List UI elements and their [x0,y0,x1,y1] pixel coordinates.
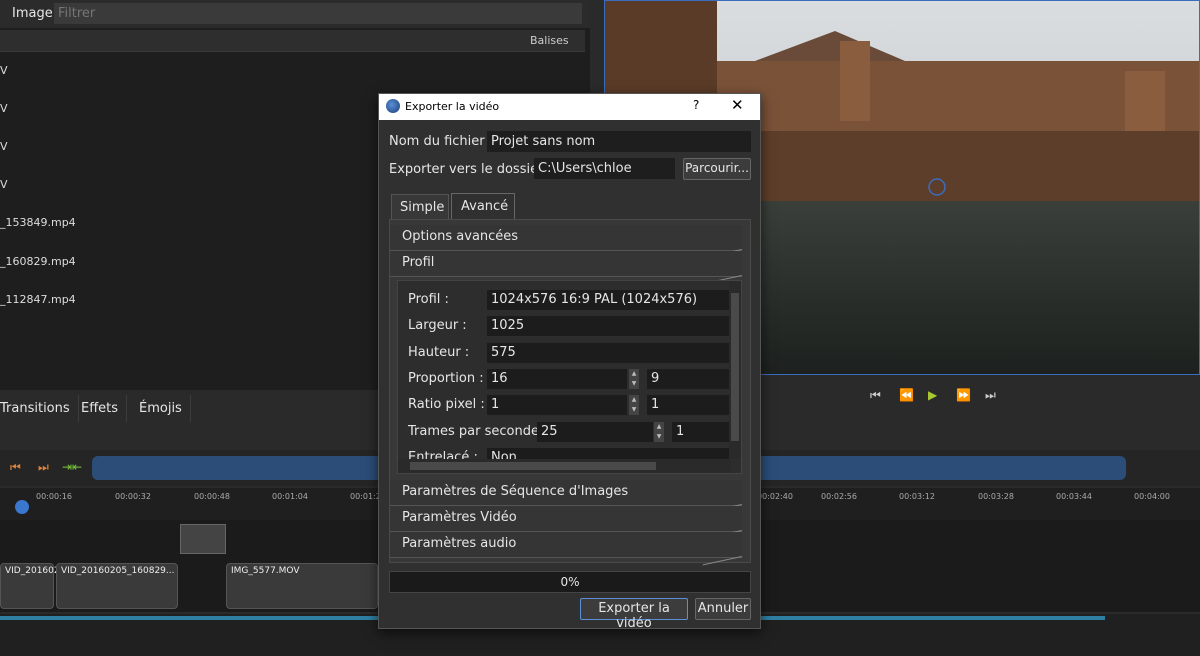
fps-spinner-icon[interactable]: ▲ ▼ [654,422,664,442]
tab-emojis[interactable]: Émojis [131,395,191,422]
center-playhead-icon[interactable]: ⇥⇤ [62,460,82,474]
files-list-header: Balises [0,30,585,52]
section-advanced-options[interactable]: Options avancées [390,225,742,251]
playback-controls: ⏮ ⏪ ▶ ⏩ ⏭ [860,388,1010,408]
cancel-button[interactable]: Annuler [695,598,751,620]
file-item[interactable]: V [0,64,8,77]
time-tick: 00:03:44 [1056,492,1092,501]
tab-simple[interactable]: Simple [391,194,449,219]
dialog-titlebar: Exporter la vidéo ? ✕ [379,94,760,120]
profile-horizontal-scrollbar[interactable] [398,459,731,473]
filter-input[interactable] [54,3,582,24]
scroll-thumb[interactable] [410,462,656,470]
profile-select[interactable]: 1024x576 16:9 PAL (1024x576) [487,290,731,310]
file-item[interactable]: V [0,102,8,115]
filename-label: Nom du fichier : [389,134,494,149]
time-tick: 00:00:48 [194,492,230,501]
time-tick: 00:03:28 [978,492,1014,501]
time-tick: 00:00:16 [36,492,72,501]
playhead-marker[interactable] [15,500,29,514]
section-audio[interactable]: Paramètres audio [390,532,742,558]
file-item[interactable]: _160829.mp4 [0,255,76,268]
aspect-numerator-input[interactable]: 16 [487,369,627,389]
section-image-sequence[interactable]: Paramètres de Séquence d'Images [390,480,742,506]
time-tick: 00:04:00 [1134,492,1170,501]
file-item[interactable]: _112847.mp4 [0,293,76,306]
aspect-ratio-label: Proportion : [408,371,484,386]
aspect-numerator-spinner-icon[interactable]: ▲ ▼ [629,369,639,389]
time-tick: 00:02:56 [821,492,857,501]
export-progress-bar: 0% [389,571,751,593]
fps-label: Trames par seconde : [408,424,548,439]
filter-bar: Image [0,0,590,28]
video-clip[interactable]: VID_201602... [0,563,68,609]
pixel-ratio-label: Ratio pixel : [408,397,485,412]
file-item[interactable]: V [0,178,8,191]
width-label: Largeur : [408,318,467,333]
export-button[interactable]: Exporter la vidéo [580,598,688,631]
file-item[interactable]: V [0,140,8,153]
image-clip[interactable] [180,524,226,554]
play-icon[interactable]: ▶ [928,388,937,402]
height-label: Hauteur : [408,345,470,360]
fast-forward-icon[interactable]: ⏩ [956,388,971,402]
time-tick: 00:03:12 [899,492,935,501]
time-tick: 00:01:04 [272,492,308,501]
export-video-dialog: Exporter la vidéo ? ✕ Nom du fichier : E… [378,93,761,631]
browse-button[interactable]: Parcourir... [683,158,751,180]
time-tick: 00:02:40 [757,492,793,501]
tab-advanced[interactable]: Avancé [451,193,515,220]
time-tick: 00:00:32 [115,492,151,501]
aspect-denominator-input[interactable]: 9 [647,369,731,389]
jump-end-icon[interactable]: ⏭ [985,388,996,403]
dialog-title: Exporter la vidéo [405,100,500,113]
pixel-ratio-denominator-input[interactable]: 1 [647,395,731,415]
folder-input[interactable] [534,158,675,179]
app-logo-icon [386,99,400,113]
tags-column-header[interactable]: Balises [530,34,569,47]
filename-input[interactable] [487,131,751,152]
file-item[interactable]: _153849.mp4 [0,216,76,229]
height-input[interactable]: 575 [487,343,731,363]
close-button[interactable]: ✕ [731,96,744,114]
filter-type-label[interactable]: Image [12,6,53,21]
help-button[interactable]: ? [693,98,699,112]
profile-label: Profil : [408,292,449,307]
video-clip[interactable]: VID_20160205_160829... [56,563,178,609]
pixel-ratio-spinner-icon[interactable]: ▲ ▼ [629,395,639,415]
next-marker-icon[interactable]: ⏭ [38,460,49,475]
fps-denominator-input[interactable]: 1 [672,422,731,442]
section-profile[interactable]: Profil [390,251,742,277]
pixel-ratio-numerator-input[interactable]: 1 [487,395,627,415]
scroll-thumb[interactable] [731,293,739,441]
fps-numerator-input[interactable]: 25 [537,422,653,442]
profile-vertical-scrollbar[interactable] [729,281,741,459]
jump-start-icon[interactable]: ⏮ [870,388,881,403]
video-clip[interactable]: IMG_5577.MOV [226,563,378,609]
previous-marker-icon[interactable]: ⏮ [10,460,21,475]
rewind-icon[interactable]: ⏪ [899,388,914,402]
width-input[interactable]: 1025 [487,316,731,336]
tab-effects[interactable]: Effets [73,395,128,422]
tab-transitions[interactable]: Transitions [0,395,79,422]
profile-settings-pane: Profil : 1024x576 16:9 PAL (1024x576) La… [397,280,742,474]
folder-label: Exporter vers le dossier [389,162,544,177]
section-video[interactable]: Paramètres Vidéo [390,506,742,532]
